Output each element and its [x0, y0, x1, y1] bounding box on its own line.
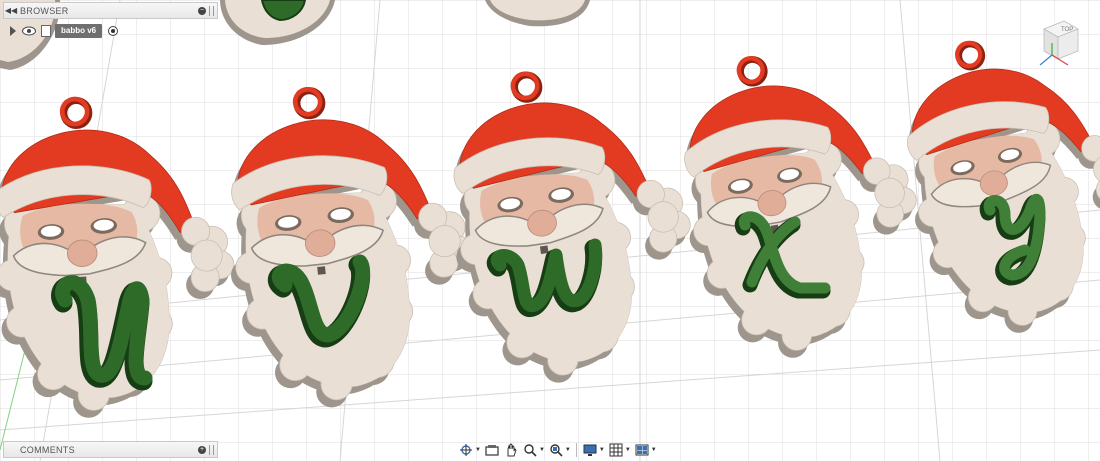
component-name[interactable]: babbo v6 [55, 24, 103, 38]
orbit-dropdown-icon[interactable]: ▼ [475, 447, 481, 453]
browser-component-row[interactable]: babbo v6 [10, 23, 119, 39]
comments-panel[interactable]: COMMENTS + [3, 441, 218, 458]
display-settings-dropdown-icon[interactable]: ▼ [599, 447, 605, 453]
grid-snaps-dropdown-icon[interactable]: ▼ [625, 447, 631, 453]
grid-snaps-icon[interactable] [608, 442, 624, 458]
visibility-eye-icon[interactable] [21, 25, 37, 37]
activate-radio-icon[interactable] [108, 26, 119, 36]
look-at-icon[interactable] [484, 442, 500, 458]
add-comment-icon[interactable]: + [198, 445, 206, 454]
pin-icon[interactable]: − [198, 6, 206, 15]
grip-icon[interactable] [209, 5, 214, 16]
comments-title: COMMENTS [20, 444, 75, 455]
document-icon [41, 25, 51, 37]
workspace-canvas[interactable] [0, 0, 1100, 461]
pan-icon[interactable] [503, 442, 519, 458]
browser-title: BROWSER [20, 5, 69, 16]
grip-icon[interactable] [209, 444, 214, 455]
zoom-icon[interactable] [522, 442, 538, 458]
expand-triangle-icon[interactable] [10, 26, 16, 36]
zoom-dropdown-icon[interactable]: ▼ [539, 447, 545, 453]
orbit-icon[interactable] [458, 442, 474, 458]
toolbar-divider [575, 443, 577, 457]
collapse-icon[interactable]: ◀◀ [4, 6, 18, 15]
browser-panel-header[interactable]: ◀◀ BROWSER − [3, 2, 218, 19]
navigation-toolbar: ▼ ▼ ▼ ▼ ▼ ▼ [458, 441, 657, 459]
display-settings-icon[interactable] [582, 442, 598, 458]
fit-icon[interactable] [548, 442, 564, 458]
view-cube[interactable]: TOP [1032, 15, 1084, 67]
viewports-icon[interactable] [634, 442, 650, 458]
view-cube-label: TOP [1061, 27, 1073, 33]
3d-viewport[interactable]: TOP [0, 0, 1100, 461]
viewports-dropdown-icon[interactable]: ▼ [651, 447, 657, 453]
z-axis-icon [1039, 54, 1053, 66]
fit-dropdown-icon[interactable]: ▼ [565, 447, 571, 453]
